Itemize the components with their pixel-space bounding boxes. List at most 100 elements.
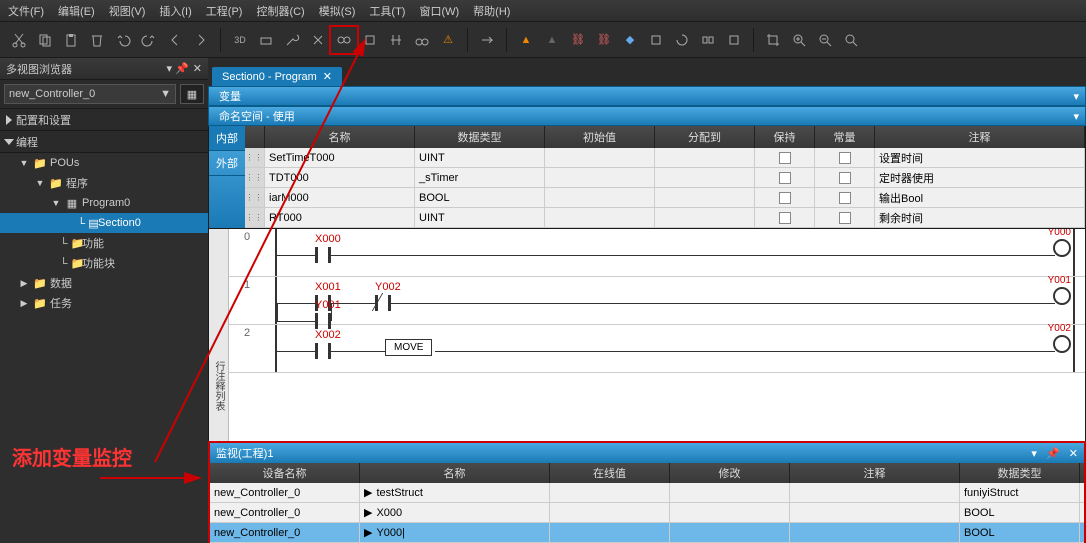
watch-row[interactable]: new_Controller_0 ▶testStruct funiyiStruc… xyxy=(210,483,1084,503)
ladder-rung[interactable]: X001Y002Y001Y001 xyxy=(265,277,1085,325)
tree-func[interactable]: └ 📁功能 xyxy=(0,233,208,253)
ladder-coil[interactable]: Y002 xyxy=(1053,335,1071,353)
cell-name[interactable]: iarM000 xyxy=(265,188,415,207)
cell-persist[interactable] xyxy=(755,208,815,227)
wcell-comment[interactable] xyxy=(790,523,960,542)
device-chip-icon[interactable]: ▦ xyxy=(180,84,204,104)
watch-icon[interactable] xyxy=(331,27,357,53)
cell-type[interactable]: UINT xyxy=(415,208,545,227)
zoom-out-icon[interactable] xyxy=(812,27,838,53)
cell-comment[interactable]: 设置时间 xyxy=(875,148,1085,167)
col-init[interactable]: 初始值 xyxy=(545,126,655,148)
pin-icon[interactable]: ▾ 📌 xyxy=(167,62,189,75)
cell-init[interactable] xyxy=(545,188,655,207)
paste-icon[interactable] xyxy=(58,27,84,53)
cell-name[interactable]: TDT000 xyxy=(265,168,415,187)
tool-a-icon[interactable] xyxy=(474,27,500,53)
device-selector[interactable]: new_Controller_0 ▼ xyxy=(4,84,176,104)
cell-const[interactable] xyxy=(815,188,875,207)
wcell-device[interactable]: new_Controller_0 xyxy=(210,523,360,542)
cell-const[interactable] xyxy=(815,148,875,167)
ladder-contact[interactable]: X002 xyxy=(315,343,331,359)
menu-simulate[interactable]: 模拟(S) xyxy=(319,3,356,19)
tool-c-icon[interactable] xyxy=(643,27,669,53)
vartab-outer[interactable]: 外部 xyxy=(209,151,245,176)
wcol-modify[interactable]: 修改 xyxy=(670,463,790,483)
var-row[interactable]: ⋮⋮ iarM000 BOOL 输出Bool xyxy=(245,188,1085,208)
namespace-bar[interactable]: 命名空间 - 使用 ▾ xyxy=(208,106,1086,126)
binoculars-icon[interactable] xyxy=(409,27,435,53)
close-icon[interactable]: ✕ xyxy=(193,62,202,75)
wcell-modify[interactable] xyxy=(670,523,790,542)
tool-icon[interactable] xyxy=(253,27,279,53)
cell-name[interactable]: RT000 xyxy=(265,208,415,227)
wcell-device[interactable]: new_Controller_0 xyxy=(210,483,360,502)
back-icon[interactable] xyxy=(162,27,188,53)
redo-icon[interactable] xyxy=(136,27,162,53)
ladder-coil[interactable]: Y001 xyxy=(1053,287,1071,305)
forward-icon[interactable] xyxy=(188,27,214,53)
wcell-alloc[interactable]: %D0000 xyxy=(1080,483,1084,502)
zoom-fit-icon[interactable] xyxy=(838,27,864,53)
row-handle[interactable]: ⋮⋮ xyxy=(245,208,265,227)
wcell-type[interactable]: BOOL xyxy=(960,503,1080,522)
menu-controller[interactable]: 控制器(C) xyxy=(256,3,304,19)
watch-row[interactable]: new_Controller_0 ▶X000 BOOL BuiltInIO://… xyxy=(210,503,1084,523)
menu-insert[interactable]: 插入(I) xyxy=(159,3,191,19)
warning-icon[interactable]: ⚠ xyxy=(435,27,461,53)
cell-persist[interactable] xyxy=(755,168,815,187)
menu-project[interactable]: 工程(P) xyxy=(206,3,243,19)
menu-view[interactable]: 视图(V) xyxy=(109,3,146,19)
cell-init[interactable] xyxy=(545,148,655,167)
col-persist[interactable]: 保持 xyxy=(755,126,815,148)
tool-e-icon[interactable] xyxy=(721,27,747,53)
link-icon[interactable]: ⛓ xyxy=(565,27,591,53)
crop-icon[interactable] xyxy=(760,27,786,53)
tree-pous[interactable]: ▼📁POUs xyxy=(0,153,208,173)
cell-comment[interactable]: 输出Bool xyxy=(875,188,1085,207)
row-handle[interactable]: ⋮⋮ xyxy=(245,168,265,187)
refresh-icon[interactable] xyxy=(669,27,695,53)
wcol-name[interactable]: 名称 xyxy=(360,463,550,483)
wcell-comment[interactable] xyxy=(790,503,960,522)
col-type[interactable]: 数据类型 xyxy=(415,126,545,148)
cell-persist[interactable] xyxy=(755,148,815,167)
ladder-contact[interactable]: X000 xyxy=(315,247,331,263)
col-alloc[interactable]: 分配到 xyxy=(655,126,755,148)
row-handle[interactable]: ⋮⋮ xyxy=(245,188,265,207)
cell-type[interactable]: UINT xyxy=(415,148,545,167)
cell-init[interactable] xyxy=(545,208,655,227)
tree-task[interactable]: ▶📁任务 xyxy=(0,293,208,313)
wcell-modify[interactable] xyxy=(670,503,790,522)
wcell-device[interactable]: new_Controller_0 xyxy=(210,503,360,522)
cell-const[interactable] xyxy=(815,208,875,227)
cell-persist[interactable] xyxy=(755,188,815,207)
tree-data[interactable]: ▶📁数据 xyxy=(0,273,208,293)
ladder-contact[interactable]: Y002 xyxy=(375,295,391,311)
tree-funcblock[interactable]: └ 📁功能块 xyxy=(0,253,208,273)
warn2-icon[interactable]: ▲ xyxy=(513,27,539,53)
tree-programs[interactable]: ▼📁程序 xyxy=(0,173,208,193)
close-icon[interactable]: ✕ xyxy=(1069,448,1078,460)
ladder-rung[interactable]: X002MOVEY002 xyxy=(265,325,1085,373)
menu-help[interactable]: 帮助(H) xyxy=(473,3,510,19)
ladder-rung[interactable]: X000Y000 xyxy=(265,229,1085,277)
warn3-icon[interactable]: ▲ xyxy=(539,27,565,53)
cell-comment[interactable]: 定时器使用 xyxy=(875,168,1085,187)
var-row[interactable]: ⋮⋮ SetTimeT000 UINT 设置时间 xyxy=(245,148,1085,168)
scissors-icon[interactable] xyxy=(305,27,331,53)
wcell-name[interactable]: ▶Y000| xyxy=(360,523,550,542)
section-programming[interactable]: 编程 xyxy=(0,131,208,153)
3d-icon[interactable]: 3D xyxy=(227,27,253,53)
cell-comment[interactable]: 剩余时间 xyxy=(875,208,1085,227)
cell-type[interactable]: BOOL xyxy=(415,188,545,207)
tree-program0[interactable]: ▼▦Program0 xyxy=(0,193,208,213)
wcell-comment[interactable] xyxy=(790,483,960,502)
wcol-comment[interactable]: 注释 xyxy=(790,463,960,483)
tool7-icon[interactable] xyxy=(383,27,409,53)
vartab-inner[interactable]: 内部 xyxy=(209,126,245,151)
delete-icon[interactable] xyxy=(84,27,110,53)
wcell-alloc[interactable]: BuiltInIO://cpu/# xyxy=(1080,503,1084,522)
wcell-online[interactable] xyxy=(550,523,670,542)
tool-b-icon[interactable]: ◆ xyxy=(617,27,643,53)
